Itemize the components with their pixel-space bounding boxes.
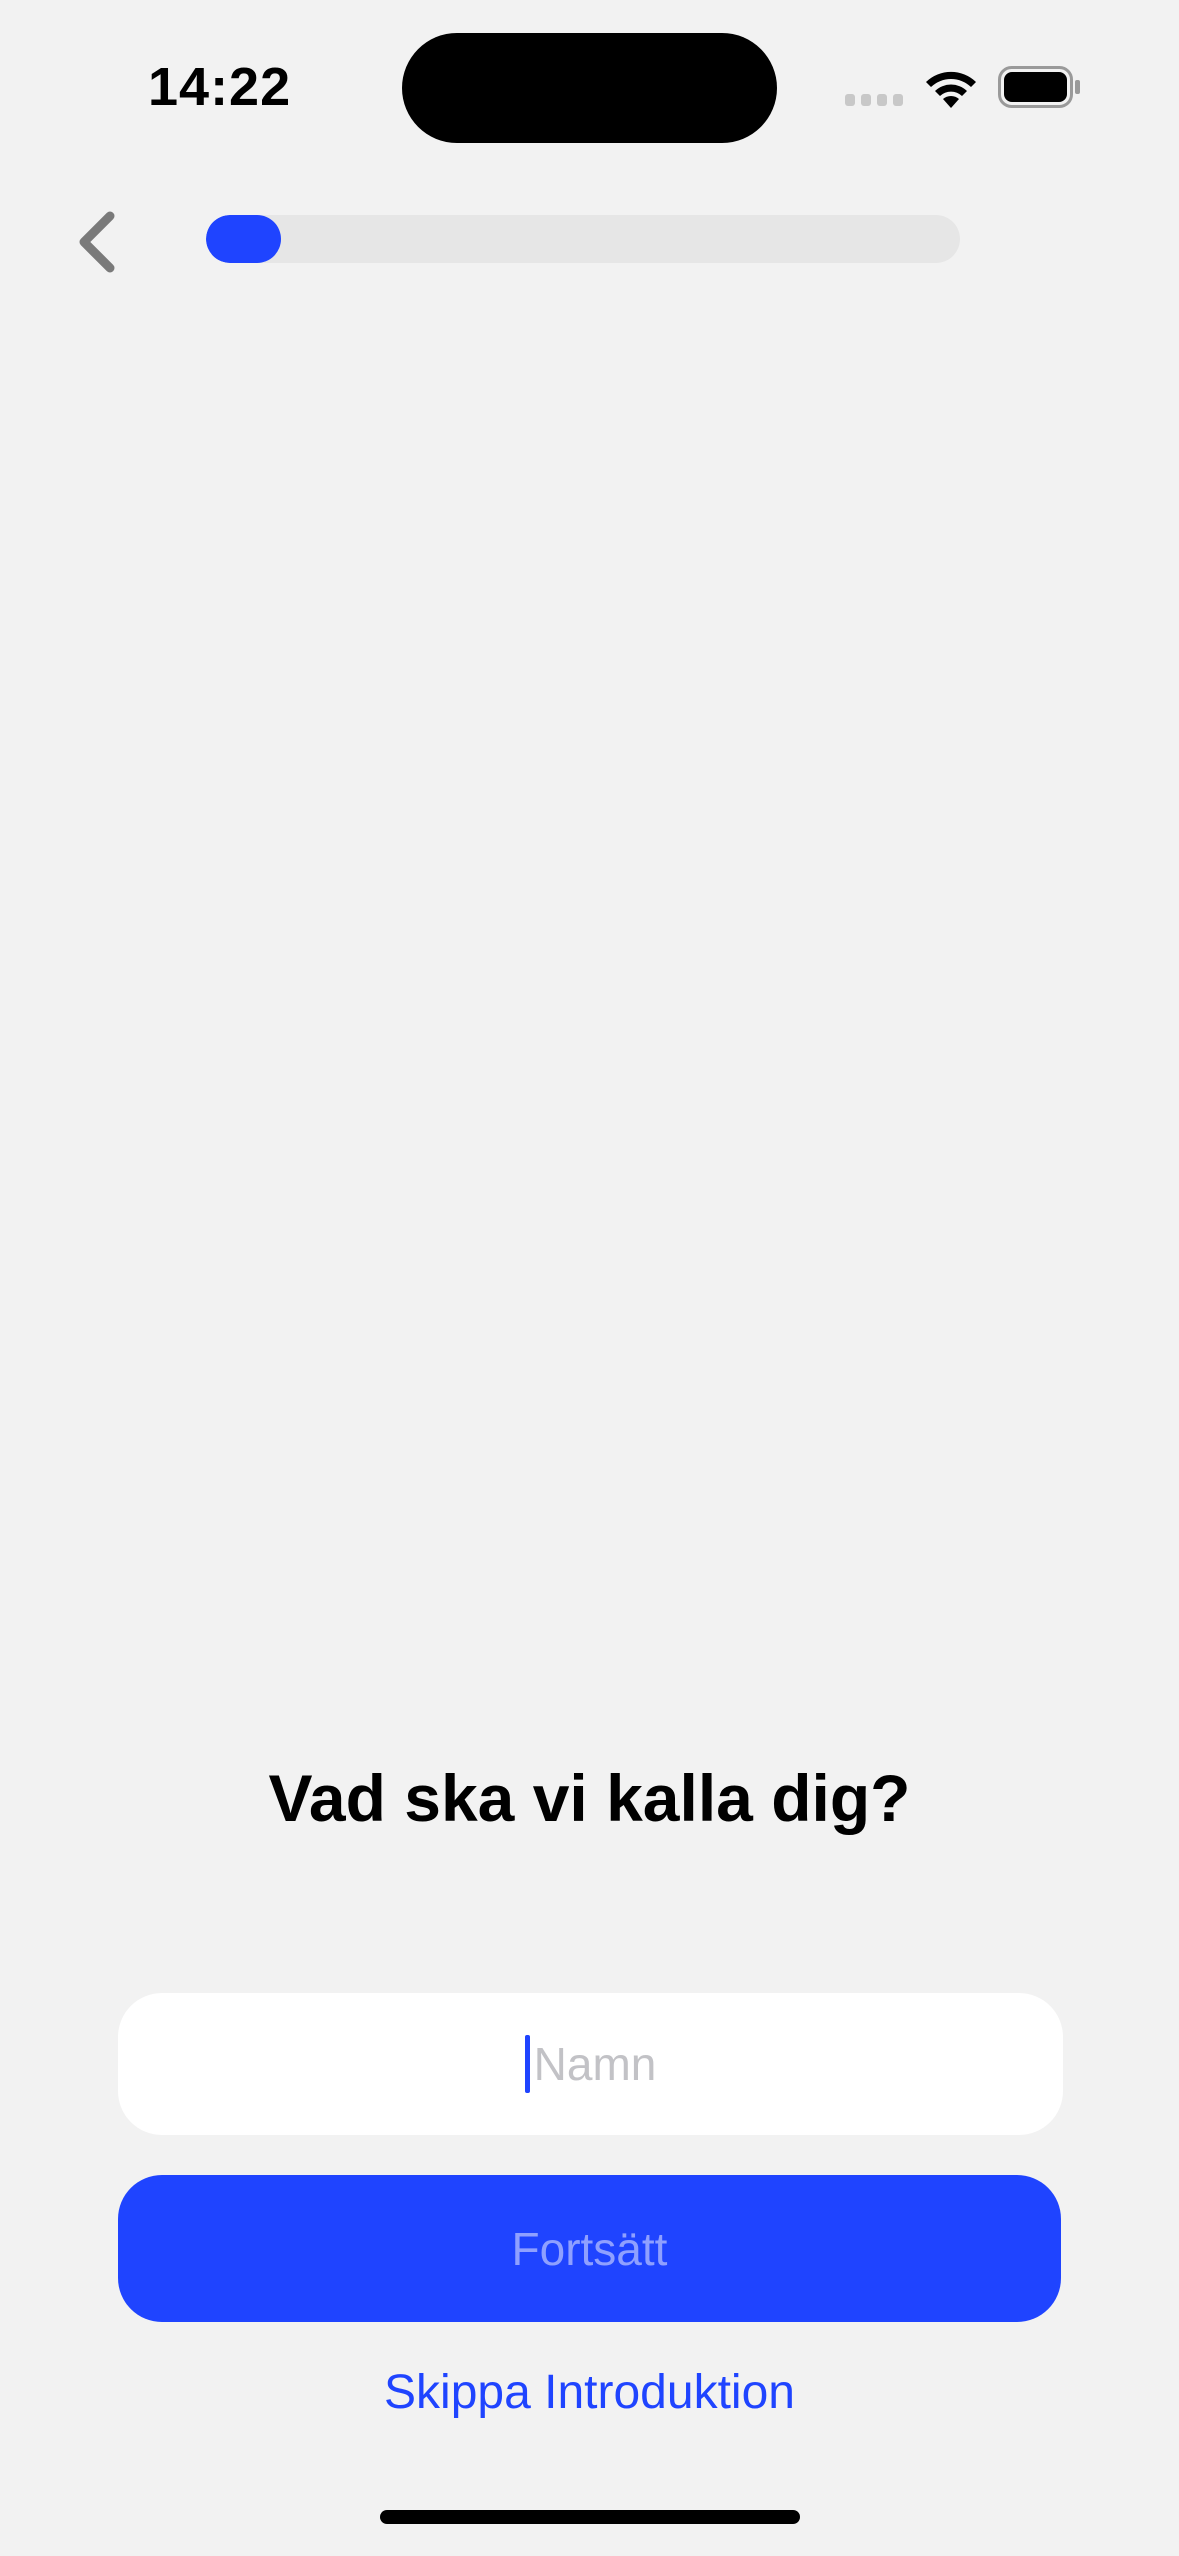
progress-fill [206,215,281,263]
onboarding-progress-bar [206,215,960,263]
wifi-icon [926,71,976,108]
status-time: 14:22 [148,57,292,117]
page-title: Vad ska vi kalla dig? [268,1761,911,1835]
back-button[interactable] [56,202,136,282]
continue-button[interactable]: Fortsätt [118,2175,1061,2322]
name-input[interactable]: Namn [118,1993,1063,2135]
home-indicator [380,2510,800,2524]
skip-intro-link[interactable]: Skippa Introduktion [0,2365,1179,2420]
battery-icon [998,66,1080,108]
chevron-left-icon [79,211,115,273]
continue-button-label: Fortsätt [511,2222,668,2275]
text-caret [524,2035,530,2093]
dynamic-island [402,33,777,143]
signal-icon [845,94,903,106]
status-bar: 14:22 [0,0,1179,180]
top-navigation [0,180,1179,300]
name-input-placeholder: Namn [533,2038,657,2090]
